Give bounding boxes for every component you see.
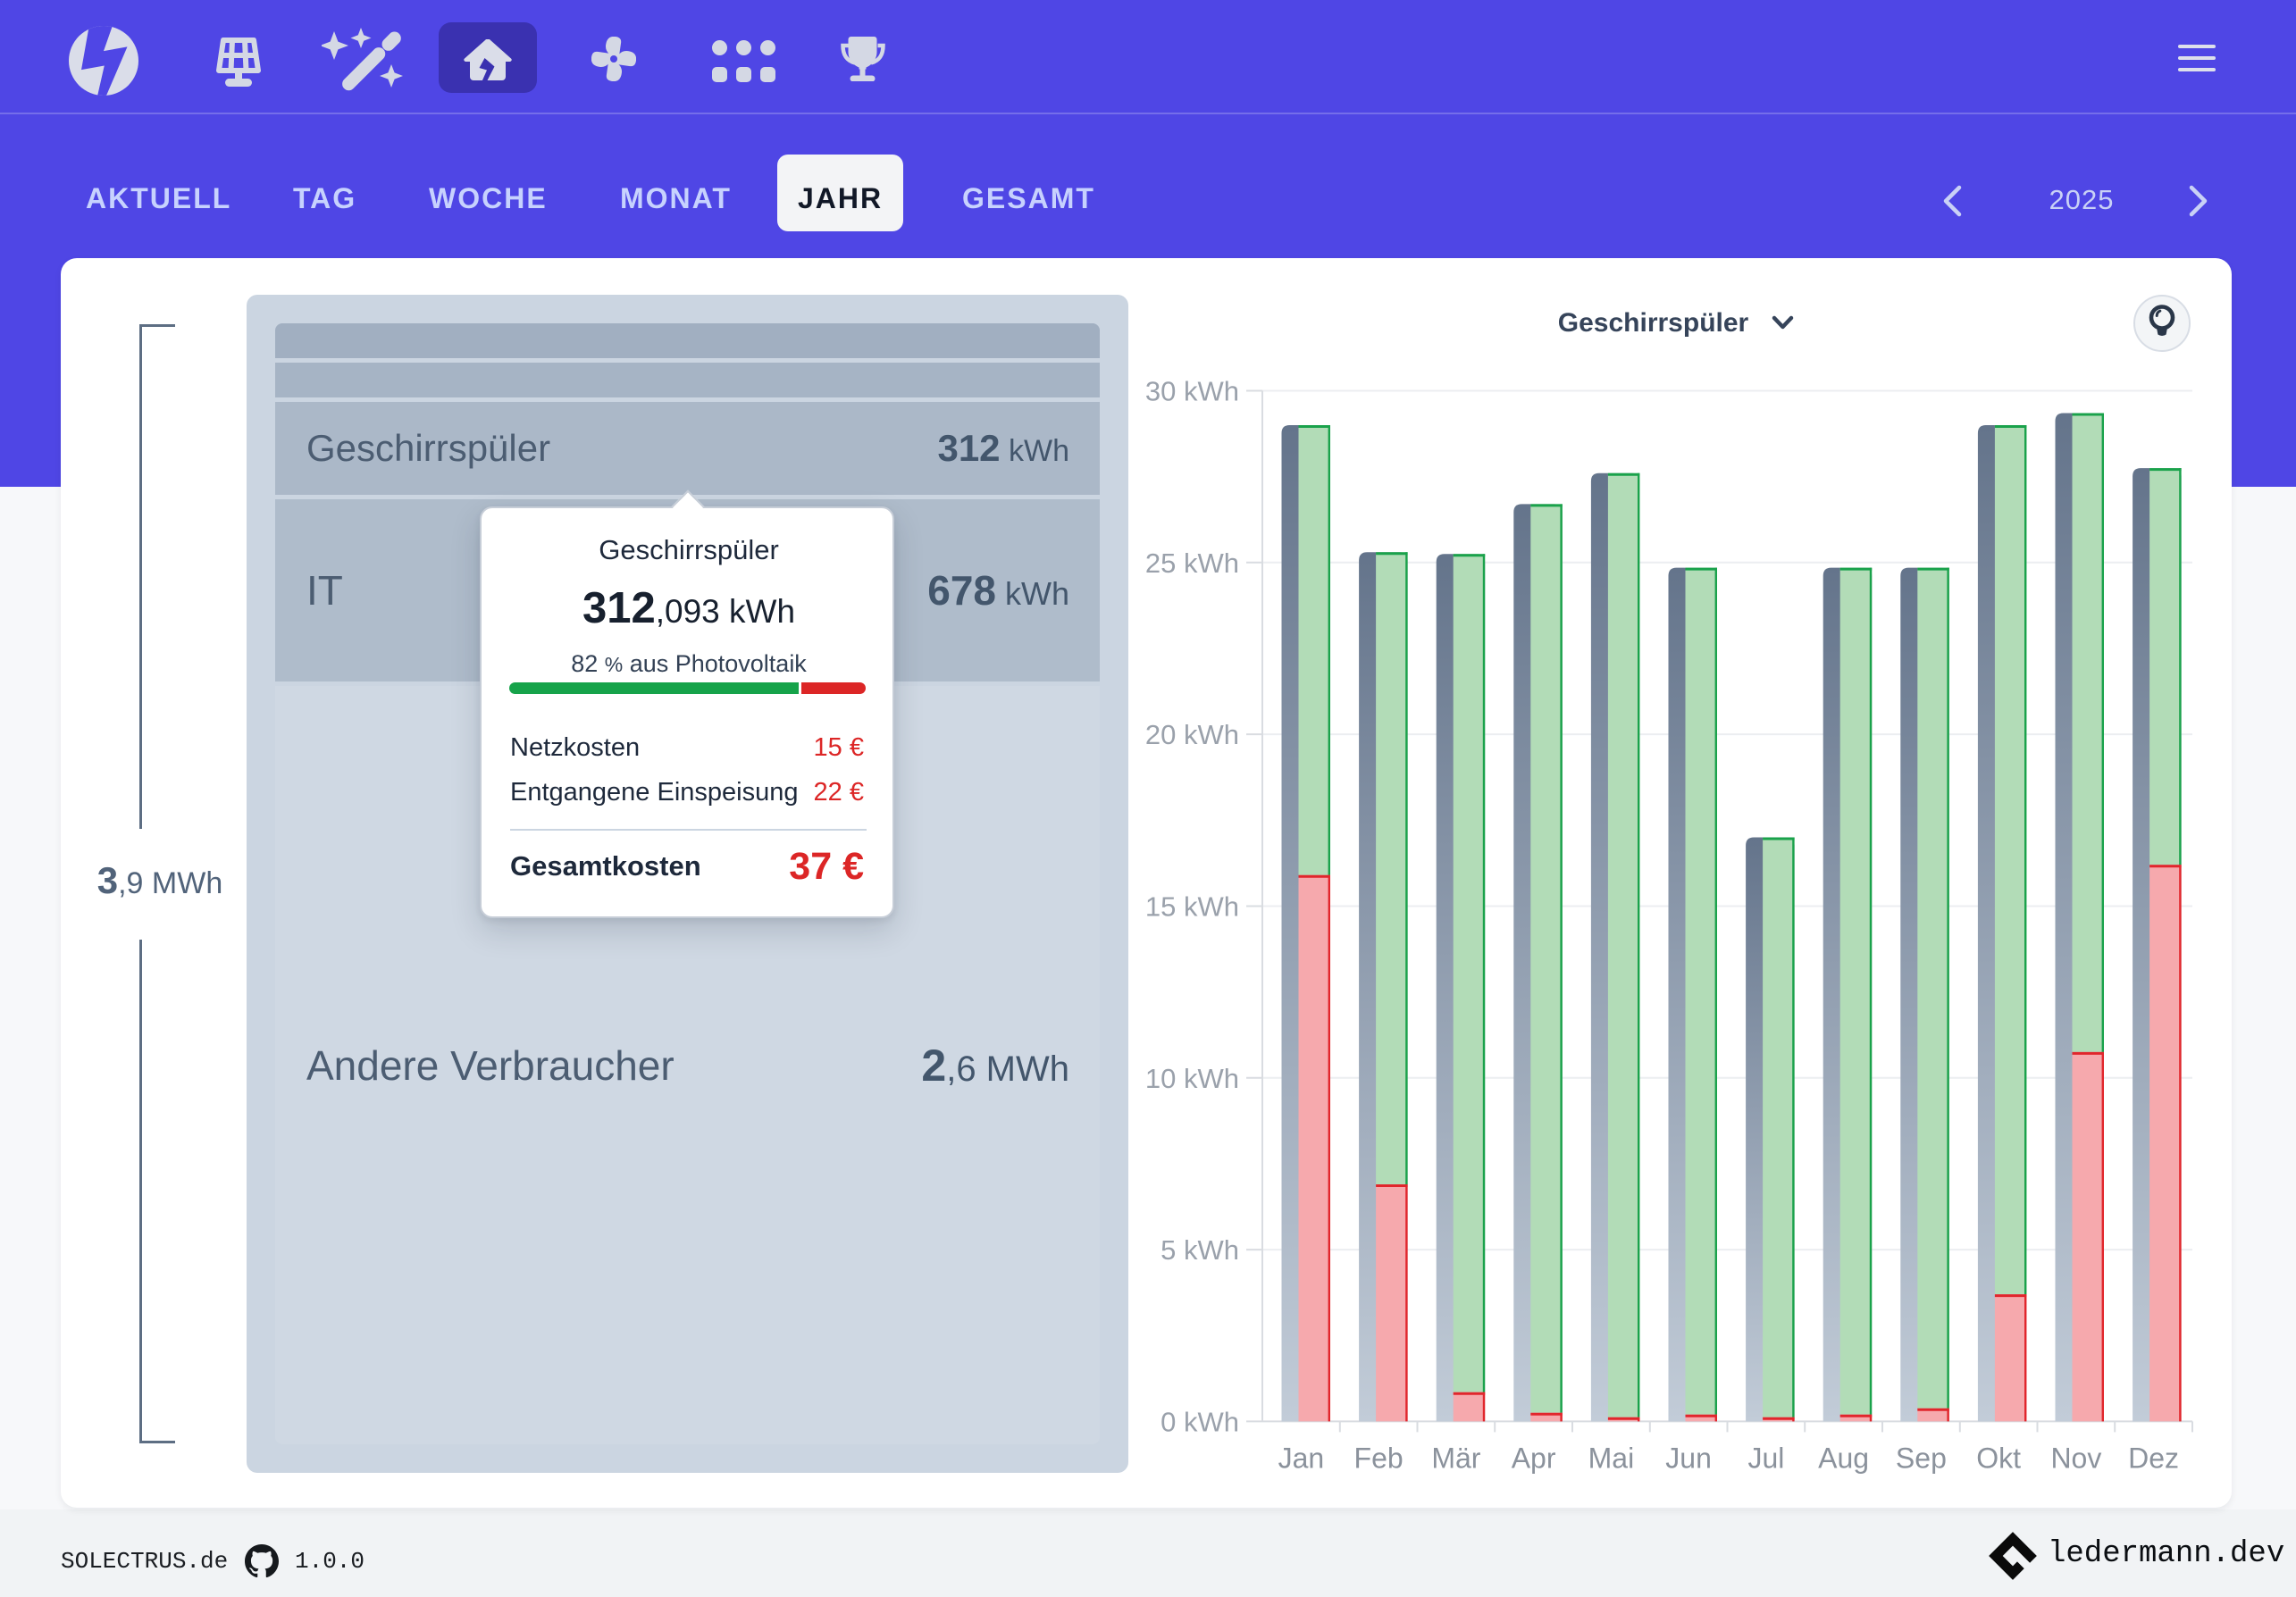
svg-text:Dez: Dez xyxy=(2128,1442,2179,1474)
svg-text:15 kWh: 15 kWh xyxy=(1145,891,1239,923)
svg-text:Jul: Jul xyxy=(1747,1442,1784,1474)
svg-text:Sep: Sep xyxy=(1896,1442,1947,1474)
svg-text:10 kWh: 10 kWh xyxy=(1145,1063,1239,1094)
svg-text:5 kWh: 5 kWh xyxy=(1161,1234,1239,1266)
svg-text:0 kWh: 0 kWh xyxy=(1161,1406,1239,1437)
svg-text:Mai: Mai xyxy=(1588,1442,1635,1474)
svg-text:30 kWh: 30 kWh xyxy=(1145,376,1239,407)
svg-text:Aug: Aug xyxy=(1818,1442,1869,1474)
svg-text:Mär: Mär xyxy=(1431,1442,1480,1474)
svg-text:Apr: Apr xyxy=(1512,1442,1556,1474)
svg-text:Nov: Nov xyxy=(2050,1442,2101,1474)
svg-text:Okt: Okt xyxy=(1976,1442,2021,1474)
svg-text:20 kWh: 20 kWh xyxy=(1145,719,1239,750)
svg-text:Jan: Jan xyxy=(1278,1442,1325,1474)
svg-text:25 kWh: 25 kWh xyxy=(1145,548,1239,579)
svg-text:Feb: Feb xyxy=(1354,1442,1404,1474)
svg-text:Jun: Jun xyxy=(1665,1442,1712,1474)
